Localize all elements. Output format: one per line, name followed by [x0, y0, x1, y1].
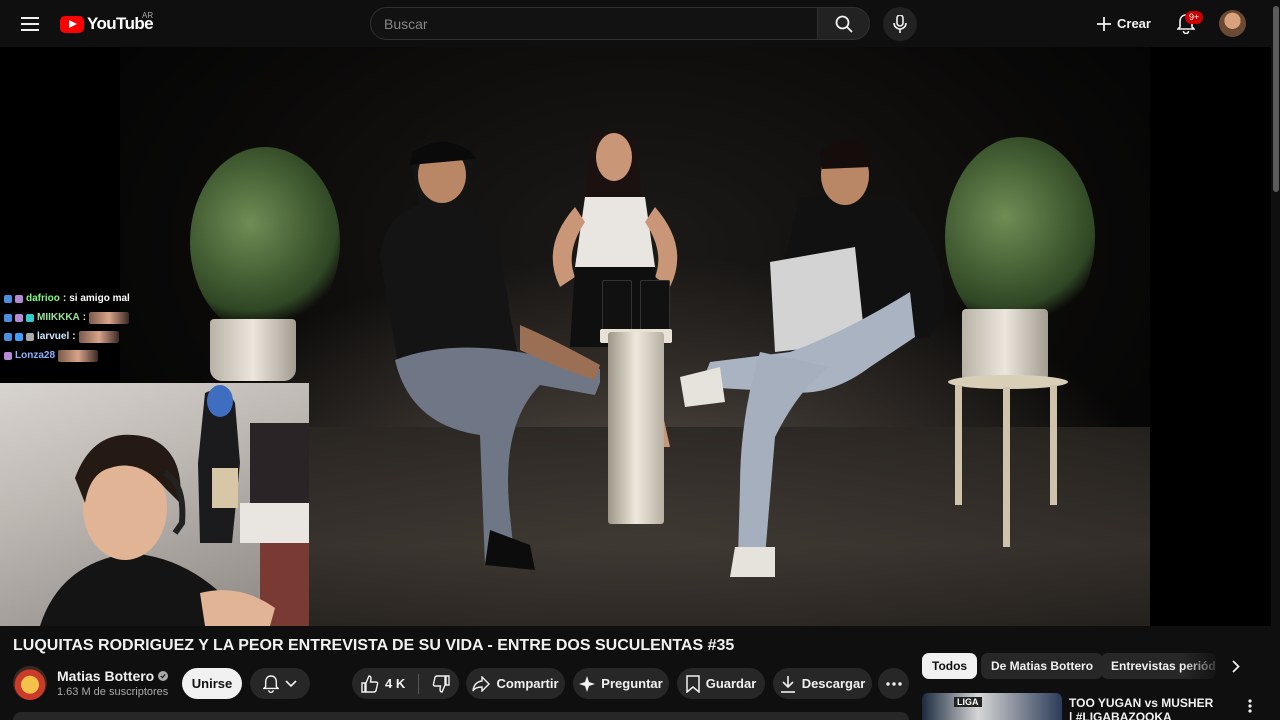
chat-message: dafrioo : si amigo mal	[4, 289, 154, 308]
save-label: Guardar	[705, 676, 757, 691]
cup	[640, 280, 670, 332]
like-button[interactable]: 4 K	[361, 674, 406, 693]
description-box[interactable]	[13, 712, 909, 720]
notifications-button[interactable]: 9+	[1169, 7, 1204, 41]
pot-left	[210, 319, 296, 381]
channel-avatar[interactable]	[13, 666, 47, 700]
create-button[interactable]: Crear	[1086, 7, 1161, 40]
plant-left	[190, 147, 340, 337]
chat-emote	[89, 311, 130, 324]
subscription-notifications-button[interactable]	[250, 668, 310, 699]
recommended-video-title[interactable]: TOO YUGAN vs MUSHER | #LIGABAZOOKA NACIO…	[1069, 696, 1219, 720]
save-button[interactable]: Guardar	[677, 668, 765, 699]
hamburger-icon	[21, 17, 39, 31]
join-button[interactable]: Unirse	[182, 668, 242, 699]
pillar	[608, 332, 664, 524]
channel-name: Matias Bottero	[57, 668, 155, 684]
chat-username: MIIKKKA	[37, 312, 80, 323]
page-scrollbar[interactable]	[1271, 0, 1280, 720]
more-horizontal-icon	[885, 681, 902, 686]
like-dislike-group: 4 K	[352, 668, 459, 699]
chat-badge-icon	[15, 313, 23, 322]
like-divider	[418, 673, 420, 694]
country-code: AR	[142, 11, 154, 20]
more-vertical-icon	[1248, 699, 1252, 713]
thumbs-up-icon	[361, 674, 379, 693]
download-label: Descargar	[801, 676, 866, 691]
chat-badge-icon	[4, 351, 12, 360]
chat-badge-icon	[4, 332, 12, 341]
recommended-video-menu-button[interactable]	[1240, 696, 1260, 716]
search-input[interactable]	[371, 8, 817, 39]
cup	[602, 280, 632, 332]
stool-leg	[1050, 385, 1057, 505]
plus-icon	[1097, 16, 1111, 31]
share-label: Compartir	[496, 676, 559, 691]
chat-separator: :	[62, 293, 67, 304]
chat-separator: :	[82, 312, 87, 323]
thumbs-down-icon	[432, 674, 450, 693]
youtube-logo[interactable]: YouTube AR	[60, 11, 154, 35]
chat-username: Lonza28	[15, 350, 56, 361]
recommended-video-thumbnail[interactable]: LIGA	[922, 693, 1062, 720]
verified-check-icon	[158, 671, 169, 681]
chat-text: si amigo mal	[69, 293, 130, 304]
subscriber-count: 1.63 M de suscriptores	[57, 686, 169, 698]
ask-button[interactable]: Preguntar	[573, 668, 669, 699]
chip-from-channel[interactable]: De Matias Bottero	[981, 653, 1104, 679]
chip-all[interactable]: Todos	[922, 653, 978, 679]
streamer-webcam	[0, 383, 309, 626]
webcam-scene	[40, 385, 309, 626]
chevron-right-icon	[1232, 659, 1240, 673]
dislike-button[interactable]	[432, 674, 450, 693]
bell-icon	[263, 674, 279, 693]
download-icon	[780, 675, 795, 693]
notification-count-badge: 9+	[1185, 11, 1204, 24]
account-avatar[interactable]	[1219, 10, 1246, 37]
guest-right	[680, 141, 945, 577]
stool-leg	[1003, 387, 1010, 547]
voice-search-button[interactable]	[883, 7, 917, 41]
chat-message: MIIKKKA :	[4, 308, 154, 327]
masthead: YouTube AR Crear 9+	[0, 0, 1280, 47]
chat-badge-icon	[4, 313, 12, 322]
share-icon	[472, 675, 491, 692]
chevron-down-icon	[285, 679, 297, 687]
chat-message: larvuel :	[4, 327, 154, 346]
more-actions-button[interactable]	[878, 668, 909, 699]
sparkle-icon	[579, 675, 596, 692]
video-title: LUQUITAS RODRIGUEZ Y LA PEOR ENTREVISTA …	[13, 637, 735, 654]
join-label: Unirse	[191, 676, 233, 691]
scrollbar-thumb[interactable]	[1273, 6, 1279, 192]
chat-badge-icon	[15, 332, 23, 341]
chat-separator: :	[72, 331, 76, 342]
chat-username: dafrioo	[26, 293, 60, 304]
thumbnail-text: LIGA	[954, 697, 982, 707]
chat-emote	[78, 330, 119, 343]
like-count: 4 K	[385, 676, 406, 691]
chat-badge-icon	[15, 294, 23, 303]
chat-badge-icon	[26, 313, 34, 322]
channel-link[interactable]: Matias Bottero	[57, 668, 169, 684]
microphone-icon	[893, 15, 907, 33]
stream-chat-overlay: dafrioo : si amigo mal MIIKKKA : larvuel…	[4, 289, 154, 365]
share-button[interactable]: Compartir	[466, 668, 565, 699]
search-icon	[835, 15, 853, 33]
create-label: Crear	[1117, 16, 1151, 31]
ask-label: Preguntar	[601, 676, 663, 691]
menu-button[interactable]	[14, 8, 46, 40]
bookmark-icon	[685, 674, 700, 693]
search-box	[370, 7, 818, 40]
video-player[interactable]: dafrioo : si amigo mal MIIKKKA : larvuel…	[0, 47, 1271, 626]
chips-next-button[interactable]	[1223, 653, 1249, 679]
youtube-play-icon	[60, 15, 84, 33]
chat-emote	[58, 349, 99, 362]
download-button[interactable]: Descargar	[773, 668, 872, 699]
chat-message: Lonza28	[4, 346, 154, 365]
chat-badge-icon	[4, 294, 12, 303]
chat-username: larvuel	[37, 331, 70, 342]
chips-fade	[1183, 653, 1223, 679]
search-button[interactable]	[817, 7, 870, 40]
chat-badge-icon	[26, 332, 34, 341]
